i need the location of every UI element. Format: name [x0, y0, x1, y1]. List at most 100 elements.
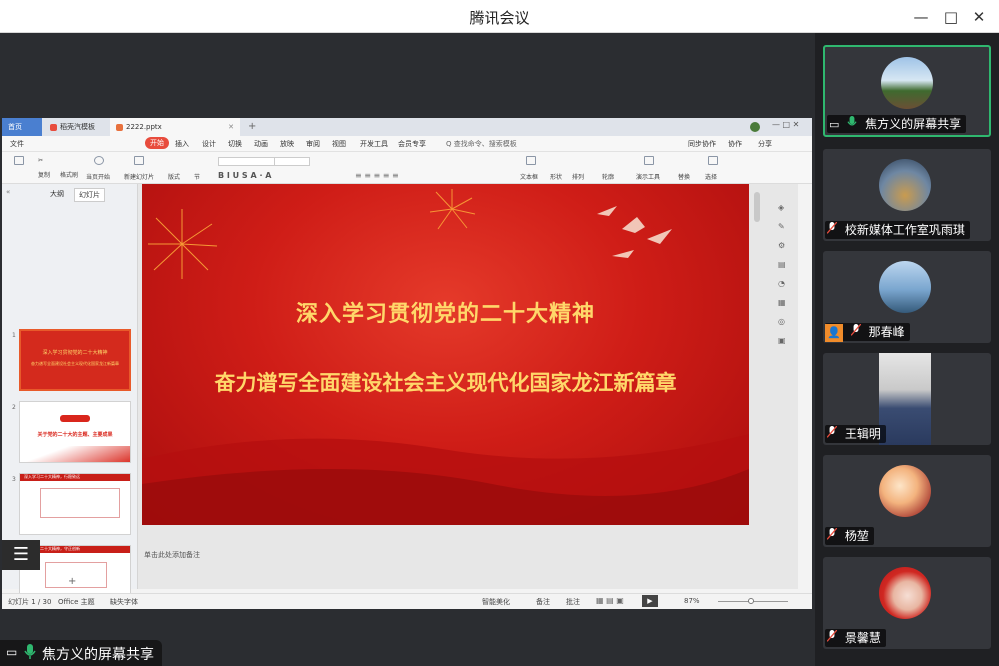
ribbon-copy-label[interactable]: 复制: [38, 170, 50, 179]
avatar: [881, 57, 933, 109]
new-tab-icon[interactable]: +: [242, 118, 262, 136]
menu-home[interactable]: 开始: [145, 137, 169, 149]
pptx-file-icon: [116, 123, 123, 131]
ribbon-arrange-label[interactable]: 排列: [572, 172, 584, 181]
menu-file[interactable]: 文件: [10, 139, 24, 149]
tab-close-icon[interactable]: ✕: [228, 118, 234, 136]
maximize-icon[interactable]: □: [940, 6, 962, 28]
menu-review[interactable]: 审阅: [306, 139, 320, 149]
user-icon: 👤: [825, 323, 843, 342]
ribbon-section-label[interactable]: 节: [194, 172, 200, 181]
participant-label: 王辑明: [825, 425, 886, 443]
right-side-toolbar[interactable]: ◈ ✎ ⚙ ▤ ◔ ▦ ◎ ▣: [778, 198, 790, 350]
menu-view[interactable]: 视图: [332, 139, 346, 149]
font-size-select[interactable]: [274, 157, 310, 166]
participant-tile-5[interactable]: 杨堃: [823, 455, 991, 547]
participant-label: 景馨慧: [825, 629, 886, 647]
tab-pptx[interactable]: 2222.pptx ✕: [110, 118, 240, 136]
shared-screen: 首页 稻壳汽模板 2222.pptx ✕ + — □ ✕ 文件 开始 插入 设计…: [2, 118, 812, 609]
vertical-scrollbar[interactable]: [754, 192, 760, 222]
paragraph-align-icons[interactable]: ≡ ≡ ≡ ≡ ≡: [355, 171, 399, 180]
current-slide[interactable]: 深入学习贯彻党的二十大精神 奋力谱写全面建设社会主义现代化国家龙江新篇章: [142, 184, 749, 525]
participant-name: 那春峰: [868, 325, 905, 339]
participant-name: 焦方义的屏幕共享: [865, 117, 962, 131]
missing-font[interactable]: 缺失字体: [110, 597, 138, 607]
ribbon-start-label[interactable]: 当页开始: [86, 172, 110, 181]
menu-sync[interactable]: 同步协作: [688, 139, 716, 149]
camera-video: [879, 353, 931, 445]
smart-beautify[interactable]: 智能美化: [482, 597, 510, 607]
new-slide-icon[interactable]: [134, 156, 144, 165]
tab-template[interactable]: 稻壳汽模板: [44, 118, 106, 136]
ribbon-present-tools-label[interactable]: 演示工具: [636, 172, 660, 181]
ribbon-shape-label[interactable]: 形状: [550, 172, 562, 181]
close-icon[interactable]: ✕: [968, 6, 990, 28]
slide-decoration: [142, 189, 749, 525]
ribbon-layout-label[interactable]: 版式: [168, 172, 180, 181]
participant-name: 杨堃: [844, 529, 869, 543]
participant-label: ▭ 焦方义的屏幕共享: [827, 115, 967, 133]
textbox-icon[interactable]: [526, 156, 536, 165]
mic-muted-icon: [826, 527, 838, 546]
screen-share-icon: ▭: [829, 117, 840, 131]
participant-label: 杨堃: [825, 527, 874, 545]
participant-tile-6[interactable]: 景馨慧: [823, 557, 991, 649]
tab-slides[interactable]: 幻灯片: [74, 188, 105, 202]
view-mode-icons[interactable]: ▦ ▤ ▣: [596, 596, 624, 605]
notes-placeholder[interactable]: 单击此处添加备注: [144, 550, 200, 560]
search-command-input[interactable]: Q 查找命令、搜索模板: [446, 139, 517, 149]
minimize-icon[interactable]: —: [910, 6, 932, 28]
screen-share-badge[interactable]: ▭ 焦方义的屏幕共享: [0, 640, 162, 666]
participant-tile-2[interactable]: 校新媒体工作室巩雨琪: [823, 149, 991, 241]
participant-tile-1[interactable]: ▭ 焦方义的屏幕共享: [823, 45, 991, 137]
zoom-level: 87%: [684, 597, 700, 605]
tab-outline[interactable]: 大纲: [50, 189, 64, 199]
thumb-content-box: [40, 488, 120, 518]
menu-devtools[interactable]: 开发工具: [360, 139, 388, 149]
thumb-decoration: [20, 446, 130, 462]
zoom-slider-handle[interactable]: [748, 598, 754, 604]
ribbon-new-slide-label[interactable]: 新建幻灯片: [124, 172, 154, 181]
notes-toggle[interactable]: 备注: [536, 597, 550, 607]
ribbon-replace-label[interactable]: 替换: [678, 172, 690, 181]
collapse-panel-icon[interactable]: «: [6, 188, 10, 196]
slide-thumb-1[interactable]: 深入学习贯彻党的二十大精神 奋力谱写全面建设社会主义现代化国家龙江新篇章: [19, 329, 131, 391]
add-slide-icon[interactable]: +: [68, 576, 76, 587]
participant-tile-3[interactable]: 👤 那春峰: [823, 251, 991, 343]
menu-slideshow[interactable]: 放映: [280, 139, 294, 149]
mic-muted-icon: [826, 425, 838, 444]
menu-transition[interactable]: 切换: [228, 139, 242, 149]
shared-screen-stage: 首页 稻壳汽模板 2222.pptx ✕ + — □ ✕ 文件 开始 插入 设计…: [0, 33, 815, 666]
menu-design[interactable]: 设计: [202, 139, 216, 149]
menu-insert[interactable]: 插入: [175, 139, 189, 149]
mic-muted-icon: [826, 221, 838, 240]
slide-counter: 幻灯片 1 / 30: [8, 598, 52, 606]
thumb-title: 深入学习贯彻党的二十大精神: [42, 350, 108, 356]
present-tools-icon[interactable]: [644, 156, 654, 165]
menu-member[interactable]: 会员专享: [398, 139, 426, 149]
menu-collab[interactable]: 协作: [728, 139, 742, 149]
ribbon-select-label[interactable]: 选择: [705, 172, 717, 181]
wps-window-controls-icon[interactable]: — □ ✕: [772, 120, 799, 129]
wps-tab-bar: 首页 稻壳汽模板 2222.pptx ✕ + — □ ✕: [2, 118, 812, 136]
participant-tile-4[interactable]: 王辑明: [823, 353, 991, 445]
participant-name: 景馨慧: [844, 631, 881, 645]
wps-status-bar: 幻灯片 1 / 30 Office 主题 缺失字体 智能美化 备注 批注 ▦ ▤…: [2, 593, 812, 609]
list-icon[interactable]: ☰: [2, 540, 40, 570]
ribbon-outline-label[interactable]: 轮廓: [602, 172, 614, 181]
menu-share[interactable]: 分享: [758, 139, 772, 149]
select-icon[interactable]: [708, 156, 718, 165]
ribbon-format-painter-label[interactable]: 格式刷: [60, 170, 78, 179]
notes-bar[interactable]: 单击此处添加备注: [138, 548, 798, 562]
text-format-icons[interactable]: B I U S A · A: [218, 171, 271, 180]
slide-thumb-3[interactable]: 深入学习二十大精神，行稳致远: [19, 473, 131, 535]
slide-thumb-2[interactable]: 关于党的二十大的主题、主要成果: [19, 401, 131, 463]
ribbon-textbox-label[interactable]: 文本框: [520, 172, 538, 181]
avatar[interactable]: [750, 122, 760, 132]
play-slideshow-button[interactable]: ▶: [642, 595, 658, 607]
paste-icon[interactable]: [14, 156, 24, 165]
tab-home[interactable]: 首页: [2, 118, 42, 136]
comments-toggle[interactable]: 批注: [566, 597, 580, 607]
play-icon[interactable]: [94, 156, 104, 165]
menu-animation[interactable]: 动画: [254, 139, 268, 149]
